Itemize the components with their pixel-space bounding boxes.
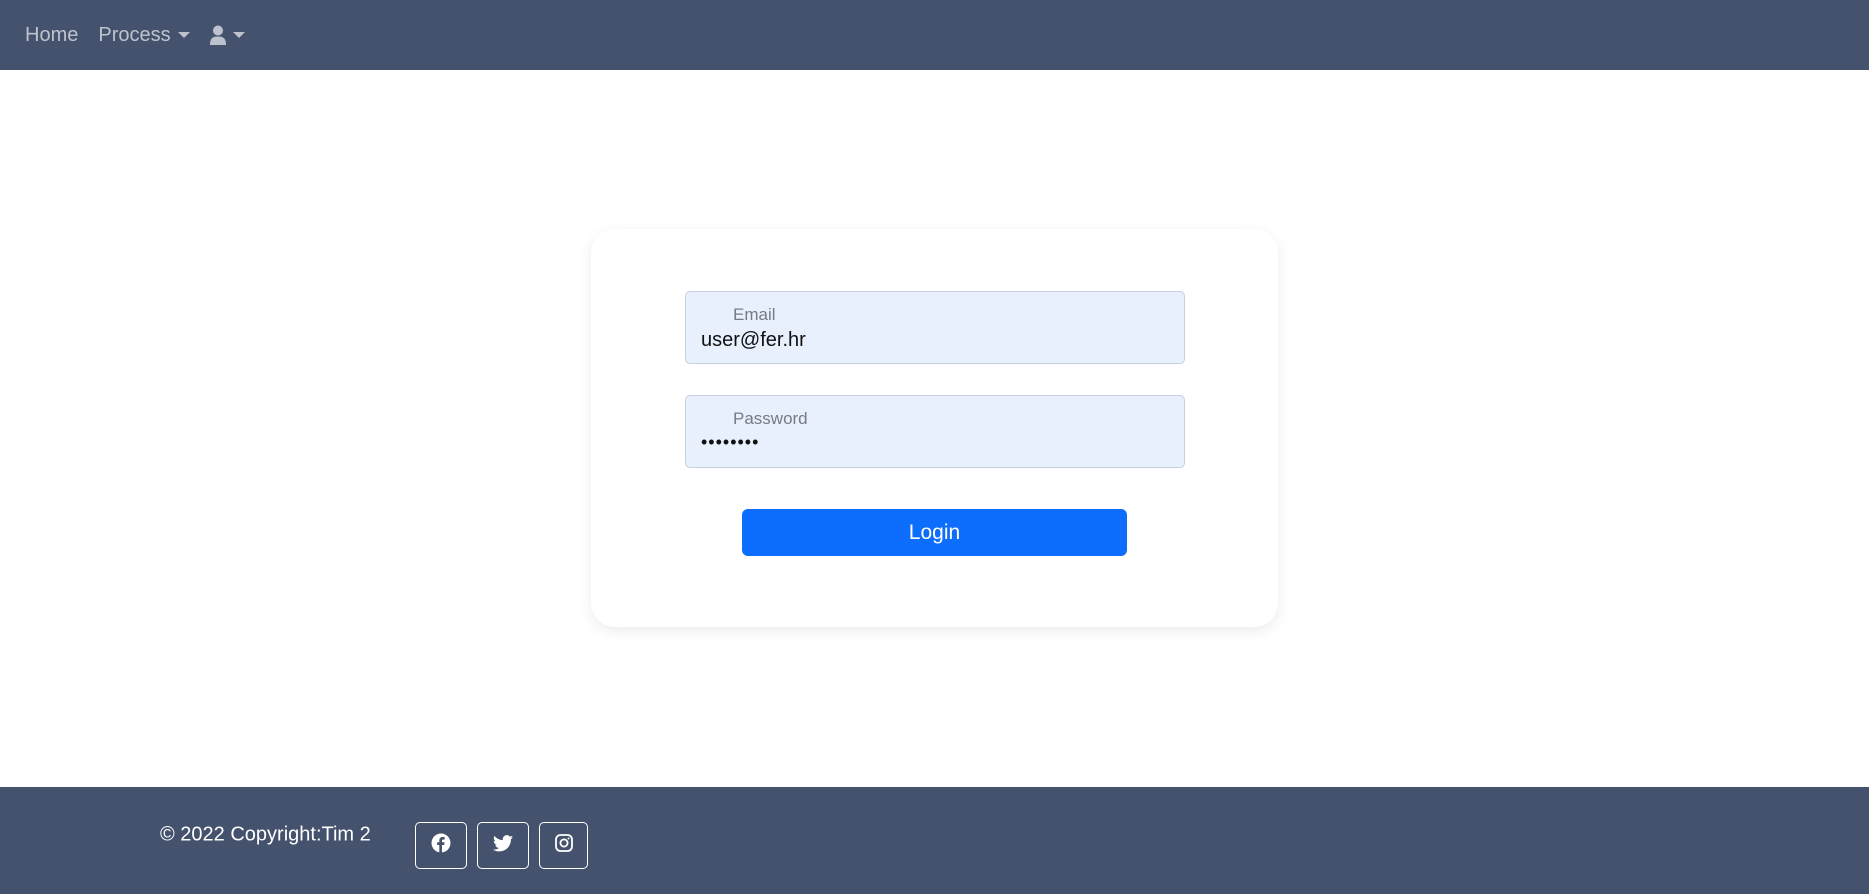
nav-home-link[interactable]: Home <box>25 24 78 47</box>
password-value: •••••••• <box>701 432 760 452</box>
instagram-button[interactable] <box>539 822 588 869</box>
login-button[interactable]: Login <box>742 509 1127 556</box>
nav-process-dropdown[interactable]: Process <box>98 23 190 47</box>
email-label: Email <box>733 305 776 324</box>
login-card: Email user@fer.hr Password •••••••• Logi… <box>591 229 1278 627</box>
chevron-down-icon <box>177 32 190 38</box>
instagram-icon <box>554 834 573 857</box>
facebook-icon <box>431 833 451 858</box>
user-menu-toggle[interactable] <box>209 25 245 45</box>
facebook-button[interactable] <box>415 822 467 869</box>
footer: © 2022 Copyright:Tim 2 <box>0 787 1869 894</box>
chevron-down-icon <box>232 32 245 38</box>
email-value: user@fer.hr <box>701 329 806 351</box>
navbar: Home Process <box>0 0 1869 70</box>
user-icon <box>209 25 226 45</box>
email-field[interactable]: Email user@fer.hr <box>685 291 1185 364</box>
password-label: Password <box>733 409 808 428</box>
password-field[interactable]: Password •••••••• <box>685 395 1185 468</box>
nav-process-label: Process <box>98 23 171 46</box>
twitter-button[interactable] <box>477 822 529 869</box>
copyright-text: © 2022 Copyright:Tim 2 <box>160 823 371 846</box>
twitter-icon <box>493 834 513 857</box>
